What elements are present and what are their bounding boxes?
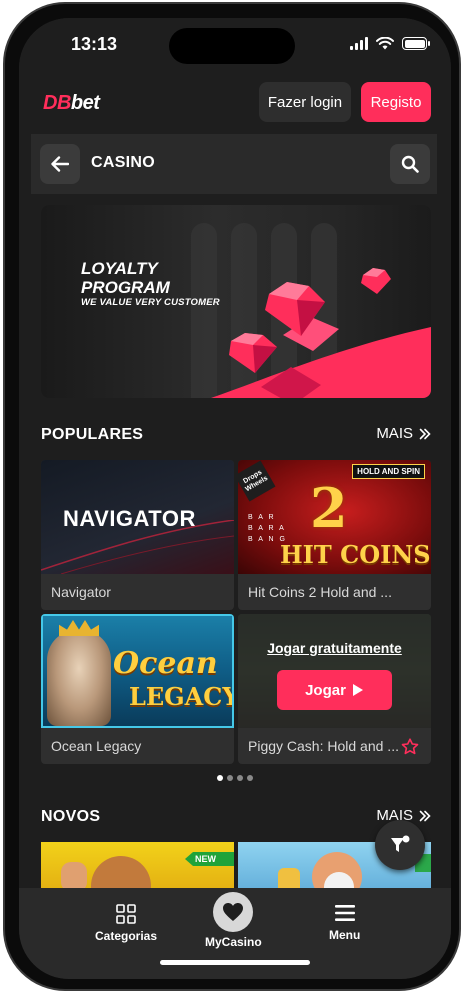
- loyalty-banner[interactable]: LOYALTY PROGRAM WE VALUE VERY CUSTOMER: [41, 205, 431, 398]
- more-label: MAIS: [376, 425, 413, 442]
- login-button[interactable]: Fazer login: [259, 82, 351, 122]
- pager-dot[interactable]: [237, 775, 243, 781]
- dynamic-island: [169, 28, 295, 64]
- favorite-star-icon[interactable]: [401, 738, 419, 755]
- game-card-hit-coins[interactable]: Drops Wheels HOLD AND SPIN B A RB A R AB…: [238, 460, 431, 610]
- thumbnail-title-line2: LEGACY: [129, 682, 234, 711]
- play-icon: [352, 684, 363, 696]
- app-header: DBbet Fazer login Registo: [19, 78, 451, 134]
- nav-menu[interactable]: Menu: [329, 904, 360, 942]
- arrow-left-icon: [51, 156, 69, 172]
- hold-and-spin-badge: HOLD AND SPIN: [352, 464, 425, 479]
- status-bar: 13:13: [19, 18, 451, 78]
- play-button[interactable]: Jogar: [277, 670, 392, 710]
- pager-dot[interactable]: [227, 775, 233, 781]
- game-name: Piggy Cash: Hold and ...: [248, 738, 399, 754]
- casino-bar: CASINO: [31, 134, 437, 194]
- logo-db: DB: [43, 92, 71, 114]
- banner-title-line2: PROGRAM: [81, 278, 170, 297]
- double-chevron-right-icon: [419, 428, 431, 439]
- new-badge: NEW: [185, 852, 234, 866]
- game-thumbnail: Ocean LEGACY: [41, 614, 234, 728]
- nav-label: Menu: [329, 928, 361, 942]
- thumbnail-number: 2: [310, 476, 348, 540]
- signal-icon: [350, 37, 368, 50]
- populares-title: POPULARES: [41, 426, 144, 443]
- nav-mycasino[interactable]: MyCasino: [205, 892, 262, 949]
- home-indicator[interactable]: [160, 960, 310, 965]
- game-card-piggy-cash[interactable]: Jogar gratuitamente Jogar Piggy Cash: Ho…: [238, 614, 431, 764]
- banner-subtitle: WE VALUE VERY CUSTOMER: [81, 297, 220, 308]
- populares-more-link[interactable]: MAIS: [376, 425, 431, 442]
- game-card-ocean-legacy[interactable]: Ocean LEGACY Ocean Legacy: [41, 614, 234, 764]
- status-time: 13:13: [71, 34, 118, 54]
- pager-dot[interactable]: [217, 775, 223, 781]
- nav-categories[interactable]: Categorias: [95, 904, 157, 943]
- bottom-navigation: Categorias MyCasino Menu: [19, 888, 451, 979]
- play-button-label: Jogar: [305, 681, 346, 699]
- novos-title: NOVOS: [41, 808, 101, 825]
- game-name: Ocean Legacy: [51, 738, 142, 754]
- status-icons: [350, 37, 430, 50]
- back-button[interactable]: [40, 144, 80, 184]
- banner-title: LOYALTY PROGRAM: [81, 259, 170, 297]
- register-button[interactable]: Registo: [361, 82, 431, 122]
- wifi-icon: [376, 37, 394, 50]
- thumbnail-title-line1: Ocean: [113, 646, 218, 681]
- dbbet-logo[interactable]: DBbet: [43, 92, 100, 115]
- search-button[interactable]: [390, 144, 430, 184]
- nav-label: MyCasino: [205, 935, 262, 949]
- diamond-icon: [229, 333, 277, 373]
- heart-icon: [223, 903, 244, 921]
- game-name: Navigator: [51, 584, 111, 600]
- diamond-icon: [361, 268, 391, 294]
- filter-button[interactable]: [375, 820, 425, 870]
- mycasino-circle: [213, 892, 254, 932]
- game-card-navigator[interactable]: NAVIGATOR Navigator: [41, 460, 234, 610]
- screen: 13:13 DBbet Fazer login Registo CASINO L…: [19, 18, 451, 979]
- drops-wheels-badge: Drops Wheels: [238, 460, 276, 502]
- game-thumbnail: Jogar gratuitamente Jogar: [238, 614, 431, 728]
- poseidon-illustration: [47, 630, 111, 726]
- logo-bet: bet: [70, 92, 100, 114]
- play-free-link[interactable]: Jogar gratuitamente: [238, 640, 431, 656]
- game-thumbnail: Drops Wheels HOLD AND SPIN B A RB A R AB…: [238, 460, 431, 574]
- nav-label: Categorias: [95, 929, 158, 943]
- phone-frame: 13:13 DBbet Fazer login Registo CASINO L…: [3, 2, 461, 991]
- double-chevron-right-icon: [419, 810, 431, 821]
- pager-dot[interactable]: [247, 775, 253, 781]
- game-thumbnail: NAVIGATOR: [41, 460, 234, 574]
- crown-icon: [59, 620, 99, 636]
- search-icon: [401, 155, 419, 173]
- thumbnail-title: HIT COINS: [280, 540, 431, 569]
- page-title: CASINO: [91, 154, 156, 171]
- banner-title-line1: LOYALTY: [81, 259, 158, 278]
- battery-icon: [402, 37, 430, 50]
- carousel-pager[interactable]: [217, 775, 253, 781]
- filter-icon: [391, 835, 410, 852]
- thumbnail-title: NAVIGATOR: [63, 506, 196, 531]
- hamburger-menu-icon: [334, 905, 355, 921]
- grid-icon: [116, 904, 136, 924]
- game-name: Hit Coins 2 Hold and ...: [248, 584, 392, 600]
